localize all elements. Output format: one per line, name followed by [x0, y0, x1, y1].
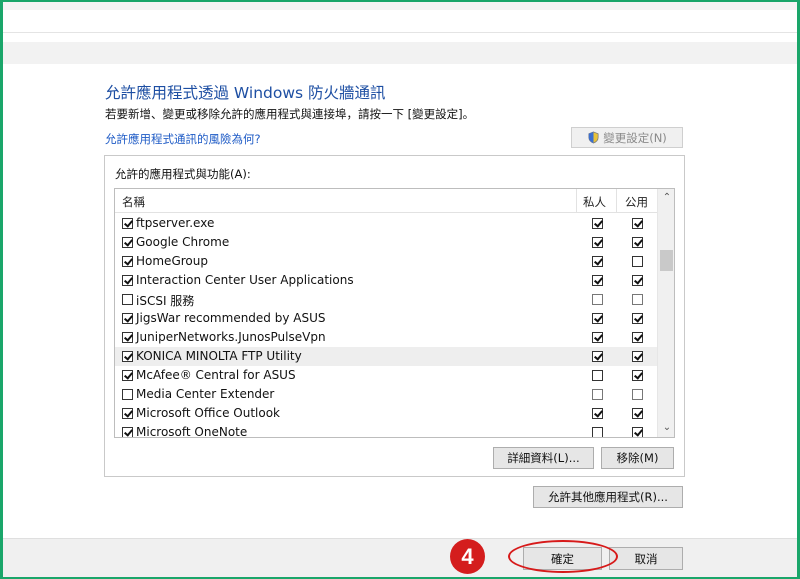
cancel-button[interactable]: 取消: [609, 547, 683, 570]
scroll-up-icon[interactable]: ⌃: [662, 193, 672, 203]
app-name: Microsoft Office Outlook: [136, 406, 280, 420]
private-network-checkbox[interactable]: [592, 408, 603, 419]
private-network-checkbox[interactable]: [592, 389, 603, 400]
public-network-checkbox[interactable]: [632, 294, 643, 305]
private-network-checkbox[interactable]: [592, 237, 603, 248]
private-network-checkbox[interactable]: [592, 275, 603, 286]
app-enabled-checkbox[interactable]: [122, 351, 133, 362]
public-network-checkbox[interactable]: [632, 237, 643, 248]
app-row[interactable]: ftpserver.exe: [115, 214, 657, 233]
public-network-checkbox[interactable]: [632, 408, 643, 419]
list-header: 名稱 私人 公用: [115, 189, 657, 213]
column-header-private[interactable]: 私人: [583, 194, 606, 210]
dialog-description: 若要新增、變更或移除允許的應用程式與連接埠，請按一下 [變更設定]。: [105, 107, 475, 121]
scroll-down-icon[interactable]: ⌄: [662, 423, 672, 433]
app-enabled-checkbox[interactable]: [122, 294, 133, 305]
scroll-thumb[interactable]: [660, 250, 673, 271]
app-enabled-checkbox[interactable]: [122, 427, 133, 437]
public-network-checkbox[interactable]: [632, 370, 643, 381]
public-network-checkbox[interactable]: [632, 256, 643, 267]
address-strip: [3, 42, 797, 64]
public-network-checkbox[interactable]: [632, 313, 643, 324]
app-name: JigsWar recommended by ASUS: [136, 311, 326, 325]
app-row[interactable]: iSCSI 服務: [115, 290, 657, 309]
app-name: JuniperNetworks.JunosPulseVpn: [136, 330, 326, 344]
private-network-checkbox[interactable]: [592, 313, 603, 324]
details-button[interactable]: 詳細資料(L)...: [493, 447, 594, 469]
public-network-checkbox[interactable]: [632, 427, 643, 437]
column-separator: [576, 189, 577, 213]
app-enabled-checkbox[interactable]: [122, 389, 133, 400]
public-network-checkbox[interactable]: [632, 351, 643, 362]
app-row[interactable]: Microsoft OneNote: [115, 423, 657, 438]
app-row[interactable]: KONICA MINOLTA FTP Utility: [115, 347, 657, 366]
app-row[interactable]: Microsoft Office Outlook: [115, 404, 657, 423]
allowed-apps-list[interactable]: 名稱 私人 公用 ftpserver.exe Google Chrome HomeG…: [114, 188, 675, 438]
top-divider: [3, 32, 797, 33]
app-row[interactable]: HomeGroup: [115, 252, 657, 271]
change-settings-button[interactable]: 變更設定(N): [571, 127, 683, 148]
app-name: ftpserver.exe: [136, 216, 215, 230]
vertical-scrollbar[interactable]: ⌃ ⌄: [657, 189, 674, 437]
public-network-checkbox[interactable]: [632, 218, 643, 229]
app-row[interactable]: Media Center Extender: [115, 385, 657, 404]
dialog-title: 允許應用程式透過 Windows 防火牆通訊: [105, 84, 386, 102]
app-row[interactable]: Google Chrome: [115, 233, 657, 252]
app-name: HomeGroup: [136, 254, 208, 268]
app-name: iSCSI 服務: [136, 294, 195, 308]
app-row[interactable]: JuniperNetworks.JunosPulseVpn: [115, 328, 657, 347]
app-enabled-checkbox[interactable]: [122, 275, 133, 286]
public-network-checkbox[interactable]: [632, 332, 643, 343]
app-name: KONICA MINOLTA FTP Utility: [136, 349, 302, 363]
app-name: Google Chrome: [136, 235, 230, 249]
private-network-checkbox[interactable]: [592, 351, 603, 362]
column-header-name[interactable]: 名稱: [122, 194, 145, 210]
private-network-checkbox[interactable]: [592, 370, 603, 381]
remove-button[interactable]: 移除(M): [601, 447, 674, 469]
column-header-public[interactable]: 公用: [625, 194, 648, 210]
public-network-checkbox[interactable]: [632, 389, 643, 400]
allow-other-app-button[interactable]: 允許其他應用程式(R)...: [533, 486, 683, 508]
private-network-checkbox[interactable]: [592, 332, 603, 343]
private-network-checkbox[interactable]: [592, 294, 603, 305]
private-network-checkbox[interactable]: [592, 256, 603, 267]
app-enabled-checkbox[interactable]: [122, 313, 133, 324]
top-strip: [3, 2, 797, 10]
app-name: Media Center Extender: [136, 387, 275, 401]
app-name: McAfee® Central for ASUS: [136, 368, 296, 382]
app-row[interactable]: Interaction Center User Applications: [115, 271, 657, 290]
change-settings-label: 變更設定(N): [603, 130, 667, 145]
app-enabled-checkbox[interactable]: [122, 408, 133, 419]
app-enabled-checkbox[interactable]: [122, 332, 133, 343]
private-network-checkbox[interactable]: [592, 218, 603, 229]
app-row[interactable]: McAfee® Central for ASUS: [115, 366, 657, 385]
allowed-apps-label: 允許的應用程式與功能(A):: [115, 167, 251, 181]
app-rows: ftpserver.exe Google Chrome HomeGroup Inter…: [115, 214, 657, 438]
uac-shield-icon: [588, 131, 599, 144]
app-enabled-checkbox[interactable]: [122, 218, 133, 229]
public-network-checkbox[interactable]: [632, 275, 643, 286]
column-separator: [616, 189, 617, 213]
app-name: Interaction Center User Applications: [136, 273, 354, 287]
app-enabled-checkbox[interactable]: [122, 256, 133, 267]
ok-highlight-ring: [508, 540, 618, 573]
private-network-checkbox[interactable]: [592, 427, 603, 437]
app-name: Microsoft OneNote: [136, 425, 248, 438]
risk-info-link[interactable]: 允許應用程式通訊的風險為何?: [105, 131, 261, 147]
step-number-badge: 4: [450, 539, 485, 574]
app-enabled-checkbox[interactable]: [122, 237, 133, 248]
app-enabled-checkbox[interactable]: [122, 370, 133, 381]
app-row[interactable]: JigsWar recommended by ASUS: [115, 309, 657, 328]
